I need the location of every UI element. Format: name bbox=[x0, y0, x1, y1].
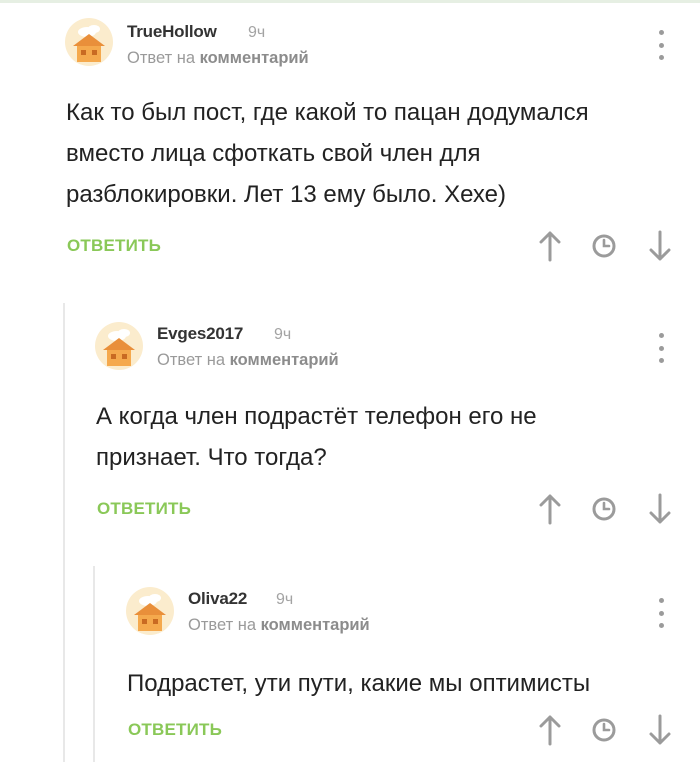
reply-meta: Ответ на комментарий bbox=[188, 616, 370, 635]
arrow-down-icon[interactable] bbox=[644, 491, 676, 527]
default-avatar-icon[interactable] bbox=[126, 587, 174, 635]
comment-time: 9ч bbox=[274, 326, 292, 343]
clock-icon[interactable] bbox=[588, 491, 620, 527]
thread-line-level-1 bbox=[63, 303, 65, 762]
more-vertical-icon[interactable] bbox=[658, 333, 664, 363]
comment-text-line: разблокировки. Лет 13 ему было. Хехе) bbox=[66, 181, 507, 208]
comment-time: 9ч bbox=[248, 24, 266, 41]
reply-button[interactable]: ОТВЕТИТЬ bbox=[67, 236, 161, 256]
comment-author[interactable]: TrueHollow bbox=[127, 22, 217, 42]
thread-line-level-2 bbox=[93, 566, 95, 762]
comment-author[interactable]: Evges2017 bbox=[157, 324, 243, 344]
comment-author[interactable]: Oliva22 bbox=[188, 589, 247, 609]
more-vertical-icon[interactable] bbox=[658, 598, 664, 628]
comment-text: А когда член подрастёт телефон его не пр… bbox=[96, 396, 537, 478]
comment-text-line: признает. Что тогда? bbox=[96, 444, 327, 471]
reply-prefix: Ответ на bbox=[127, 49, 196, 67]
arrow-up-icon[interactable] bbox=[534, 491, 566, 527]
arrow-up-icon[interactable] bbox=[534, 228, 566, 264]
reply-button[interactable]: ОТВЕТИТЬ bbox=[128, 720, 222, 740]
comment-text: Как то был пост, где какой то пацан доду… bbox=[66, 92, 589, 215]
reply-prefix: Ответ на bbox=[157, 351, 226, 369]
reply-target-link[interactable]: комментарий bbox=[200, 49, 309, 67]
comment-text-line: А когда член подрастёт телефон его не bbox=[96, 403, 537, 430]
comment-time: 9ч bbox=[276, 591, 294, 608]
reply-target-link[interactable]: комментарий bbox=[261, 616, 370, 634]
reply-prefix: Ответ на bbox=[188, 616, 257, 634]
comment-actions bbox=[534, 228, 674, 264]
comment-text: Подрастет, ути пути, какие мы оптимисты bbox=[127, 663, 590, 704]
reply-target-link[interactable]: комментарий bbox=[230, 351, 339, 369]
arrow-down-icon[interactable] bbox=[644, 228, 676, 264]
comment-text-line: Подрастет, ути пути, какие мы оптимисты bbox=[127, 670, 591, 697]
clock-icon[interactable] bbox=[588, 228, 620, 264]
default-avatar-icon[interactable] bbox=[95, 322, 143, 370]
reply-button[interactable]: ОТВЕТИТЬ bbox=[97, 499, 191, 519]
reply-meta: Ответ на комментарий bbox=[157, 351, 339, 370]
comment-text-line: Как то был пост, где какой то пацан доду… bbox=[66, 99, 589, 126]
comment-actions bbox=[534, 712, 674, 748]
more-vertical-icon[interactable] bbox=[658, 30, 664, 60]
default-avatar-icon[interactable] bbox=[65, 18, 113, 66]
clock-icon[interactable] bbox=[588, 712, 620, 748]
top-divider bbox=[0, 0, 700, 3]
arrow-down-icon[interactable] bbox=[644, 712, 676, 748]
comment-actions bbox=[534, 491, 674, 527]
reply-meta: Ответ на комментарий bbox=[127, 49, 309, 68]
arrow-up-icon[interactable] bbox=[534, 712, 566, 748]
comment-text-line: вместо лица сфоткать свой член для bbox=[66, 140, 481, 167]
